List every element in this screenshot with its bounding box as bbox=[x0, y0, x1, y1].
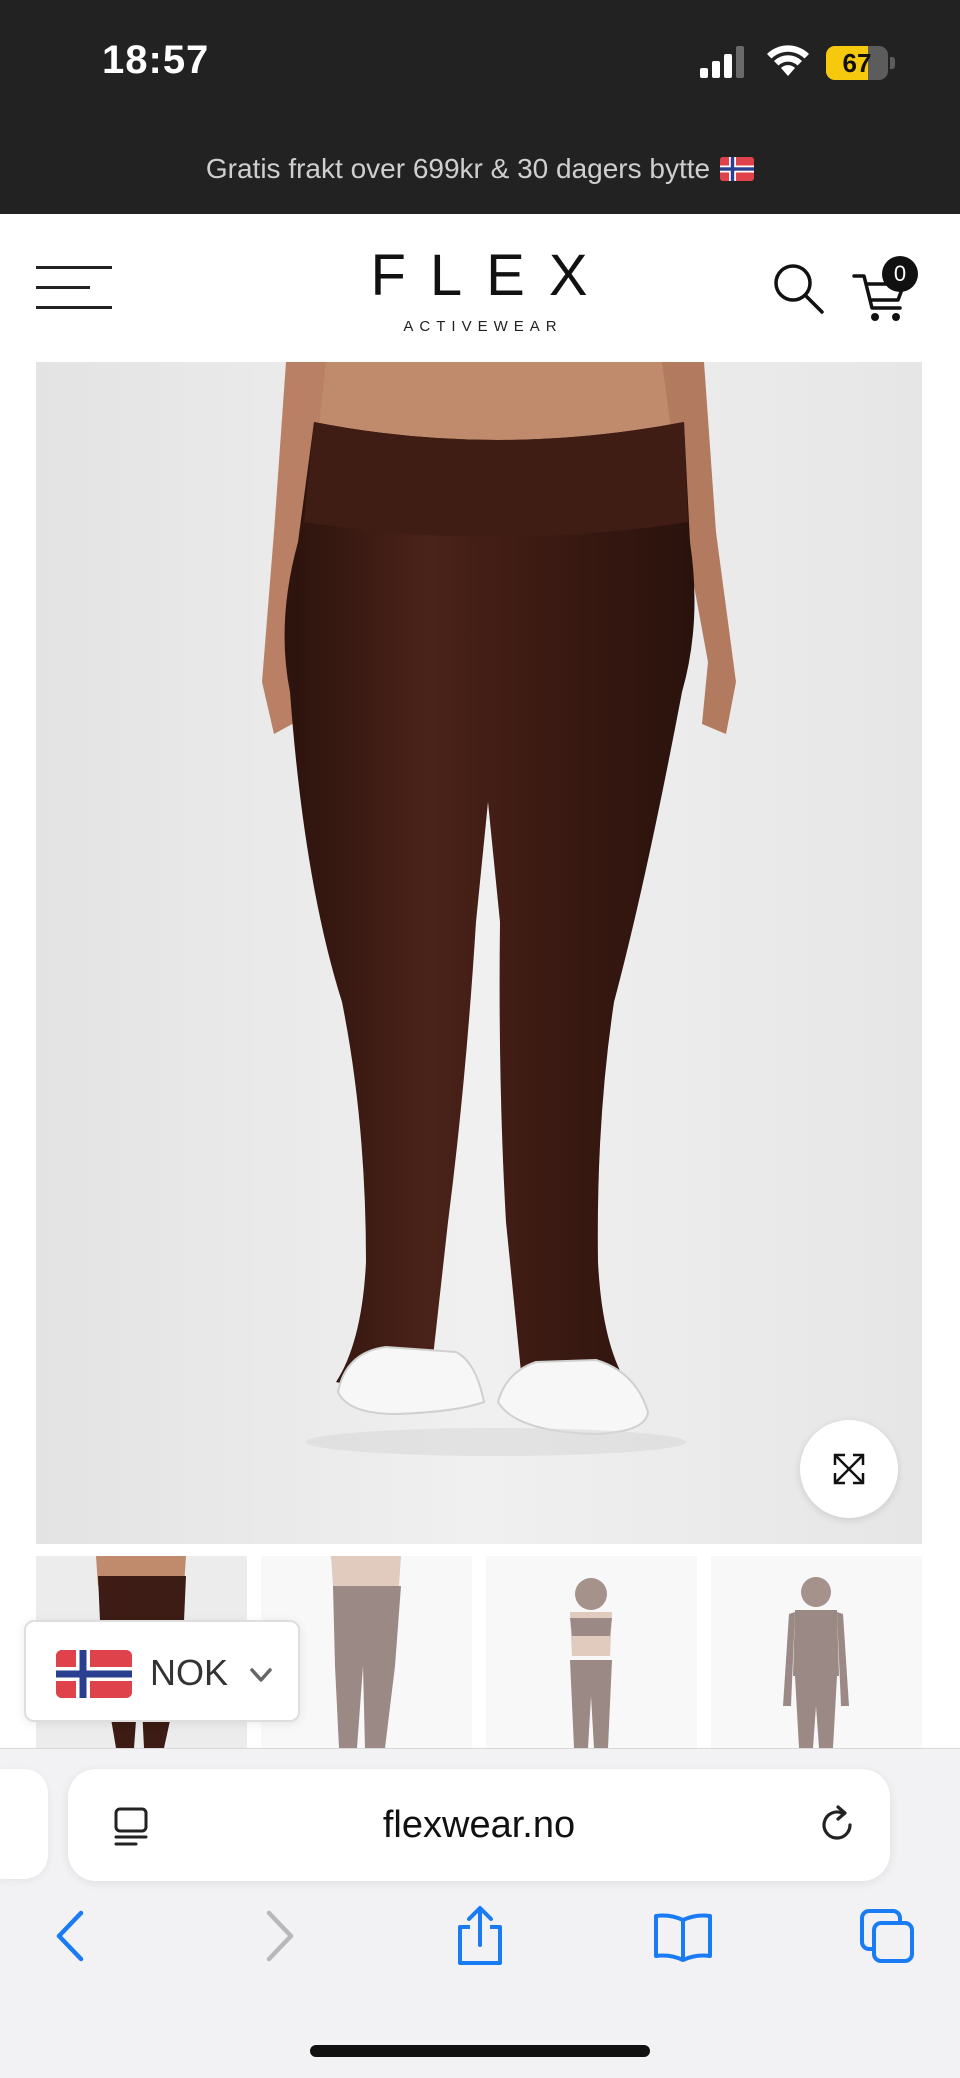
cart-count-badge: 0 bbox=[882, 256, 918, 292]
tabs-button[interactable] bbox=[852, 1901, 922, 1971]
tabs-icon bbox=[860, 1909, 914, 1963]
bookmarks-icon bbox=[654, 1913, 712, 1962]
cart-button[interactable]: 0 bbox=[852, 256, 922, 321]
status-time: 18:57 bbox=[102, 38, 210, 82]
promo-text: Gratis frakt over 699kr & 30 dagers bytt… bbox=[205, 153, 711, 184]
site-header: FLEX ACTIVEWEAR 0 bbox=[0, 214, 960, 362]
forward-icon bbox=[266, 1910, 294, 1962]
browser-nav bbox=[0, 1901, 960, 1981]
page: 18:57 67 Gratis frakt over 699kr & 30 da… bbox=[0, 0, 960, 2078]
logo[interactable]: FLEX ACTIVEWEAR bbox=[340, 243, 620, 336]
logo-sub: ACTIVEWEAR bbox=[403, 318, 563, 335]
hamburger-menu-icon[interactable] bbox=[36, 264, 112, 314]
currency-code: NOK bbox=[150, 1652, 229, 1693]
norway-flag-icon bbox=[720, 157, 755, 181]
expand-icon bbox=[833, 1453, 865, 1485]
thumbnail-4[interactable] bbox=[711, 1556, 922, 1748]
wifi-icon bbox=[767, 45, 809, 76]
chevron-down-icon bbox=[250, 1668, 272, 1682]
home-indicator bbox=[310, 2045, 650, 2057]
norway-flag-icon bbox=[56, 1650, 132, 1698]
cellular-signal-icon bbox=[700, 46, 744, 78]
reload-icon[interactable] bbox=[816, 1803, 860, 1847]
currency-selector[interactable]: NOK bbox=[24, 1620, 300, 1722]
product-photo bbox=[36, 362, 922, 1544]
battery-level: 67 bbox=[842, 48, 872, 78]
back-icon bbox=[56, 1910, 84, 1962]
battery-icon: 67 bbox=[826, 46, 896, 80]
share-button[interactable] bbox=[445, 1901, 515, 1971]
thumbnail-3[interactable] bbox=[486, 1556, 697, 1748]
logo-main: FLEX bbox=[370, 243, 612, 308]
address-bar[interactable]: flexwear.no bbox=[68, 1769, 890, 1881]
product-main-image[interactable] bbox=[36, 362, 922, 1544]
url-text: flexwear.no bbox=[382, 1804, 576, 1846]
browser-toolbar: flexwear.no bbox=[0, 1748, 960, 2078]
share-icon bbox=[458, 1906, 502, 1965]
zoom-button[interactable] bbox=[800, 1420, 898, 1518]
forward-button[interactable] bbox=[244, 1901, 314, 1971]
search-icon[interactable] bbox=[770, 260, 826, 316]
status-bar: 18:57 67 bbox=[0, 0, 960, 124]
promo-bar: Gratis frakt over 699kr & 30 dagers bytt… bbox=[0, 124, 960, 214]
bookmarks-button[interactable] bbox=[648, 1901, 718, 1971]
back-button[interactable] bbox=[36, 1901, 106, 1971]
previous-tab-peek[interactable] bbox=[0, 1769, 48, 1879]
